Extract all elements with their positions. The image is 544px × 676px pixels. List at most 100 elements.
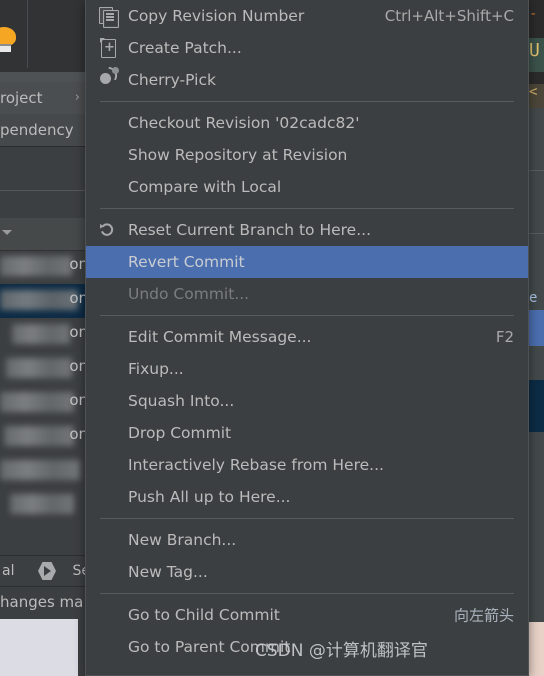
menu-item-create-patch[interactable]: Create Patch... [86, 32, 528, 64]
commit-list[interactable]: on on on on on on [0, 250, 90, 555]
menu-item-project-label: roject [0, 89, 43, 107]
selection-highlight [529, 310, 544, 346]
ide-toolbar-top [0, 0, 90, 72]
table-row[interactable]: on [0, 284, 90, 318]
menu-item-cherry-pick[interactable]: Cherry-Pick [86, 64, 528, 96]
code-block [529, 72, 544, 84]
menu-item-interactively-rebase-from-here[interactable]: Interactively Rebase from Here... [86, 449, 528, 481]
code-block [529, 346, 544, 380]
ide-filter-row[interactable] [0, 218, 90, 251]
redacted-text [0, 392, 74, 412]
menu-separator [100, 593, 514, 594]
menu-item-show-repository-at-revision[interactable]: Show Repository at Revision [86, 139, 528, 171]
ide-panel-b [0, 190, 90, 220]
code-fragment: - [529, 6, 538, 22]
run-icon[interactable] [38, 562, 56, 580]
changes-label: hanges ma [0, 593, 84, 611]
run-toolbar-left-label: al [2, 563, 15, 579]
redacted-text [0, 460, 80, 480]
ide-strip [0, 72, 90, 82]
menu-item-checkout-revision[interactable]: Checkout Revision '02cadc82' [86, 107, 528, 139]
menu-item-label: Go to Child Commit [128, 606, 280, 624]
code-fragment: e [529, 290, 538, 306]
menu-item-fixup[interactable]: Fixup... [86, 353, 528, 385]
table-row[interactable]: on [0, 318, 90, 352]
menu-separator [100, 208, 514, 209]
menu-item-undo-commit: Undo Commit... [86, 278, 528, 310]
menu-item-edit-commit-message[interactable]: Edit Commit Message... F2 [86, 321, 528, 353]
menu-item-label: New Tag... [128, 563, 208, 581]
reset-icon [96, 219, 122, 241]
menu-item-go-to-child-commit[interactable]: Go to Child Commit 向左箭头 [86, 599, 528, 631]
redacted-text [6, 358, 72, 378]
redacted-text [10, 494, 74, 514]
menu-item-drop-commit[interactable]: Drop Commit [86, 417, 528, 449]
menu-item-reset-current-branch-to-here[interactable]: Reset Current Branch to Here... [86, 214, 528, 246]
redacted-text [4, 426, 74, 446]
menu-item-label: Revert Commit [128, 253, 245, 271]
copy-icon [96, 5, 122, 28]
menu-item-label: Checkout Revision '02cadc82' [128, 114, 360, 132]
menu-item-shortcut: F2 [495, 328, 514, 346]
menu-separator [100, 315, 514, 316]
editor-gutter [78, 619, 85, 676]
code-block [529, 432, 544, 622]
chevron-right-icon: › [74, 90, 80, 105]
menu-item-dependency-label: pendency [0, 121, 74, 139]
code-fragment: U [529, 40, 540, 61]
chevron-down-icon [2, 230, 12, 235]
code-block [529, 380, 544, 432]
menu-item-label: Cherry-Pick [128, 71, 216, 89]
menu-item-dependency[interactable]: pendency [0, 114, 90, 146]
code-block [529, 171, 544, 233]
menu-item-push-all-up-to-here[interactable]: Push All up to Here... [86, 481, 528, 513]
menu-item-label: Drop Commit [128, 424, 232, 442]
menu-item-label: Push All up to Here... [128, 488, 291, 506]
code-block [529, 108, 544, 170]
cherry-pick-icon [96, 67, 122, 91]
code-fragment: < [529, 84, 538, 100]
table-row[interactable]: on [0, 420, 90, 454]
changes-status-text: hanges ma [0, 586, 90, 618]
redacted-text [12, 324, 70, 344]
editor-light-panel [0, 619, 78, 676]
menu-item-label: New Branch... [128, 531, 237, 549]
table-row[interactable] [0, 488, 90, 522]
menu-item-label: Reset Current Branch to Here... [128, 221, 371, 239]
menu-item-label: Squash Into... [128, 392, 235, 410]
menu-separator [100, 101, 514, 102]
menu-item-label: Undo Commit... [128, 285, 250, 303]
menu-item-new-branch[interactable]: New Branch... [86, 524, 528, 556]
menu-item-label: Interactively Rebase from Here... [128, 456, 384, 474]
screenshot-root: roject › pendency on on on on on on al S… [0, 0, 544, 676]
menu-item-label: Create Patch... [128, 39, 242, 57]
lightbulb-icon[interactable] [0, 27, 16, 52]
menu-item-label: Compare with Local [128, 178, 282, 196]
menu-item-label: Copy Revision Number [128, 7, 305, 25]
redacted-text [0, 256, 72, 276]
menu-item-compare-with-local[interactable]: Compare with Local [86, 171, 528, 203]
table-row[interactable]: on [0, 352, 90, 386]
create-patch-icon [96, 37, 122, 59]
menu-item-label: Go to Parent Commit [128, 638, 291, 656]
menu-item-label: Edit Commit Message... [128, 328, 312, 346]
menu-item-label: Show Repository at Revision [128, 146, 348, 164]
menu-item-project[interactable]: roject › [0, 82, 90, 114]
table-row[interactable]: on [0, 386, 90, 420]
table-row[interactable]: on [0, 250, 90, 284]
editor-right-strip: - U < e [529, 0, 544, 676]
editor-light-panel-right [529, 622, 544, 676]
menu-item-shortcut: 向左箭头 [453, 606, 514, 625]
menu-item-new-tag[interactable]: New Tag... [86, 556, 528, 588]
menu-separator [100, 518, 514, 519]
menu-item-label: Fixup... [128, 360, 184, 378]
menu-item-copy-revision-number[interactable]: Copy Revision Number Ctrl+Alt+Shift+C [86, 0, 528, 32]
menu-item-squash-into[interactable]: Squash Into... [86, 385, 528, 417]
menu-item-go-to-parent-commit[interactable]: Go to Parent Commit [86, 631, 528, 663]
run-toolbar[interactable]: al Se [0, 555, 90, 587]
git-commit-context-menu[interactable]: Copy Revision Number Ctrl+Alt+Shift+C Cr… [85, 0, 529, 676]
table-row[interactable] [0, 454, 90, 488]
redacted-text [0, 290, 78, 310]
menu-item-shortcut: Ctrl+Alt+Shift+C [384, 7, 514, 25]
menu-item-revert-commit[interactable]: Revert Commit [86, 246, 528, 278]
